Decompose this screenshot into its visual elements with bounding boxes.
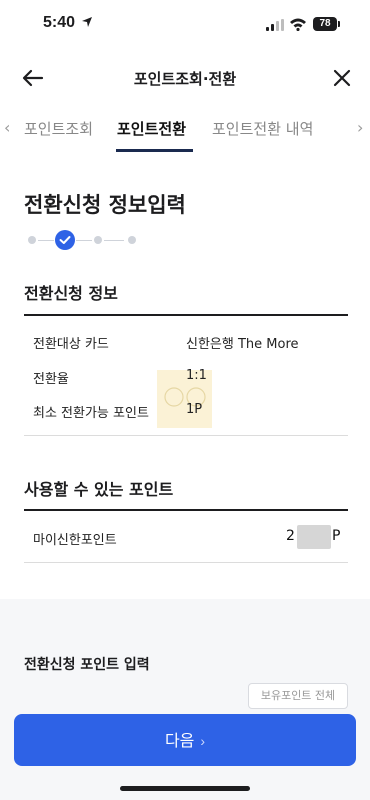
step-connector: [38, 240, 54, 241]
active-tab-indicator: [116, 149, 193, 152]
next-button-label: 다음: [164, 733, 195, 750]
wifi-icon: [290, 18, 306, 31]
step-connector: [104, 240, 124, 241]
section-divider: [24, 314, 348, 316]
battery-tip: [338, 21, 340, 27]
next-button[interactable]: 다음 ›: [14, 714, 356, 766]
info-section-title: 전환신청 정보: [24, 284, 118, 303]
section-divider: [24, 562, 348, 563]
battery-icon: 78: [313, 17, 337, 31]
available-section-title: 사용할 수 있는 포인트: [24, 480, 174, 499]
row-value-rate: 1:1: [186, 368, 207, 383]
status-time: 5:40: [43, 14, 76, 31]
row-value-min-points: 1P: [186, 402, 203, 417]
tab-bar: ‹ 포인트조회 포인트전환 포인트전환 내역 ›: [0, 108, 370, 152]
location-arrow-icon: [82, 17, 92, 27]
page-title: 포인트조회·전환: [133, 70, 237, 88]
chevron-right-icon: ›: [200, 733, 206, 749]
page-header: 포인트조회·전환: [0, 56, 370, 100]
step-dot: [94, 236, 102, 244]
step-current: [55, 230, 75, 250]
home-indicator: [120, 786, 250, 791]
section-divider: [24, 509, 348, 511]
status-bar: 5:40 78: [0, 0, 370, 50]
step-dot: [128, 236, 136, 244]
tab-point-conversion[interactable]: 포인트전환: [117, 118, 186, 139]
step-connector: [76, 240, 92, 241]
points-value: 2: [286, 528, 295, 544]
battery-level: 78: [319, 18, 331, 29]
close-icon[interactable]: [332, 68, 352, 88]
points-item-label: 마이신한포인트: [33, 533, 117, 548]
row-label-min-points: 최소 전환가능 포인트: [33, 406, 149, 421]
form-title: 전환신청 정보입력: [24, 193, 186, 217]
tab-conversion-history[interactable]: 포인트전환 내역: [212, 118, 313, 139]
row-value-card: 신한은행 The More: [186, 337, 299, 352]
input-section-title: 전환신청 포인트 입력: [24, 657, 150, 673]
step-dot: [28, 236, 36, 244]
cellular-signal-icon: [266, 19, 284, 31]
tab-scroll-right-icon[interactable]: ›: [357, 118, 363, 137]
row-label-card: 전환대상 카드: [33, 337, 109, 352]
section-divider: [24, 435, 348, 436]
tab-scroll-left-icon[interactable]: ‹: [4, 118, 10, 137]
tab-point-inquiry[interactable]: 포인트조회: [24, 118, 93, 139]
points-unit: P: [332, 528, 341, 544]
check-icon: [59, 236, 71, 244]
row-label-rate: 전환율: [33, 372, 69, 387]
all-points-button[interactable]: 보유포인트 전체: [248, 683, 348, 709]
step-indicator: [28, 230, 148, 250]
redacted-value: [297, 525, 331, 549]
